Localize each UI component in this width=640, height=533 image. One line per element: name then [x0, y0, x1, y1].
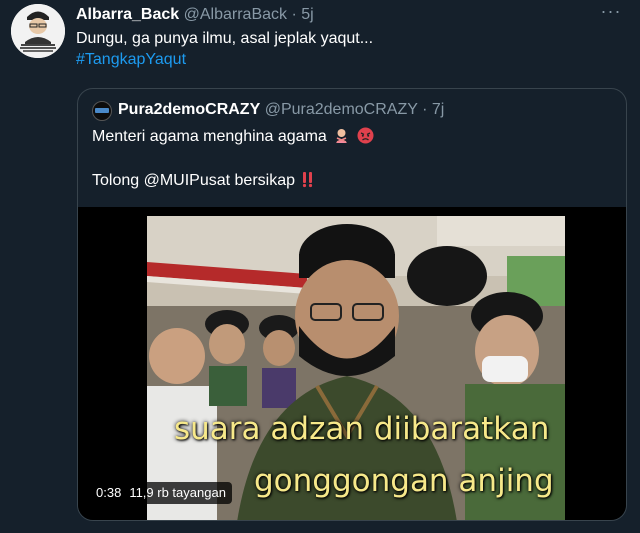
author-handle[interactable]: @AlbarraBack: [184, 6, 287, 23]
video-duration-badge: 0:38 11,9 rb tayangan: [90, 482, 232, 504]
quote-text-main: Menteri agama menghina agama: [92, 128, 327, 145]
double-exclamation-emoji: [301, 171, 315, 194]
author-name[interactable]: Albarra_Back: [76, 6, 179, 23]
separator-dot: ·: [291, 6, 297, 23]
video-subtitle-line1: suara adzan diibaratkan: [174, 411, 550, 447]
video-player[interactable]: suara adzan diibaratkan gonggongan anjin…: [78, 207, 626, 520]
video-subtitle-line2: gonggongan anjing: [254, 463, 554, 499]
more-options-icon[interactable]: ···: [596, 2, 626, 24]
tweet-card[interactable]: Albarra_Back @AlbarraBack · 5j ··· Dungu…: [0, 0, 640, 533]
quote-author-avatar[interactable]: [92, 101, 112, 121]
hashtag-link[interactable]: #TangkapYaqut: [76, 50, 186, 70]
person-gesturing-no-emoji: [333, 127, 350, 150]
quote-separator-dot: ·: [422, 101, 428, 118]
quote-author-handle[interactable]: @Pura2demoCRAZY: [265, 101, 418, 118]
quote-text-line2: Tolong @MUIPusat bersikap: [92, 171, 315, 194]
quote-text-mention: Tolong @MUIPusat bersikap: [92, 172, 295, 189]
avatar-portrait-icon: [11, 4, 65, 58]
tweet-header: Albarra_Back @AlbarraBack · 5j: [76, 5, 314, 25]
tweet-text: Dungu, ga punya ilmu, asal jeplak yaqut.…: [76, 30, 374, 47]
video-view-count: 11,9 rb tayangan: [129, 485, 226, 500]
quote-author-name[interactable]: Pura2demoCRAZY: [118, 101, 260, 118]
tweet-timestamp[interactable]: 5j: [301, 6, 313, 23]
quote-timestamp[interactable]: 7j: [432, 101, 444, 118]
quote-header: Pura2demoCRAZY @Pura2demoCRAZY · 7j: [118, 100, 444, 120]
quoted-tweet[interactable]: Pura2demoCRAZY @Pura2demoCRAZY · 7j Ment…: [77, 88, 627, 521]
quote-text-line1: Menteri agama menghina agama: [92, 127, 374, 150]
angry-face-emoji: [357, 127, 374, 150]
author-avatar[interactable]: [11, 4, 65, 58]
video-duration: 0:38: [96, 485, 122, 500]
